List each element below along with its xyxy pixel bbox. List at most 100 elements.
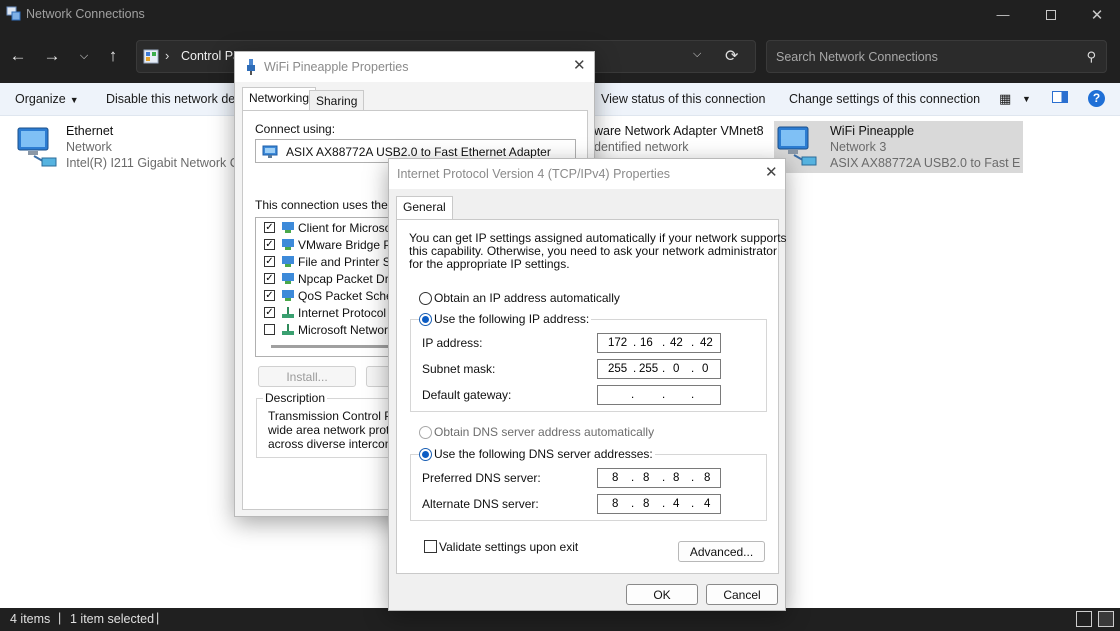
network-service-icon bbox=[282, 273, 294, 284]
component-checkbox[interactable]: ✓ bbox=[264, 239, 275, 250]
maximize-icon bbox=[1046, 9, 1056, 20]
use-following-ip-label: Use the following IP address: bbox=[432, 312, 592, 326]
obtain-ip-auto-radio[interactable] bbox=[419, 292, 432, 305]
ip-dot: . bbox=[691, 389, 695, 401]
component-checkbox[interactable]: ✓ bbox=[264, 273, 275, 284]
ok-button[interactable]: OK bbox=[626, 584, 698, 605]
component-checkbox[interactable]: ✓ bbox=[264, 290, 275, 301]
adapter-wifi-pineapple[interactable]: WiFi Pineapple Network 3 ASIX AX88772A U… bbox=[774, 121, 1023, 173]
ip-octet: 0 bbox=[673, 363, 680, 375]
network-client-icon bbox=[282, 222, 294, 233]
subnet-mask-input[interactable]: 255 . 255 . 0 . 0 bbox=[597, 359, 721, 379]
component-label: QoS Packet Sched bbox=[298, 289, 400, 303]
preferred-dns-input[interactable]: 8 . 8 . 8 . 8 bbox=[597, 468, 721, 488]
ip-octet: 8 bbox=[643, 472, 650, 484]
alternate-dns-input[interactable]: 8 . 8 . 4 . 4 bbox=[597, 494, 721, 514]
dialog-close-button[interactable]: ✕ bbox=[573, 56, 586, 74]
ip-dot: . bbox=[691, 363, 695, 375]
ip-dot: . bbox=[662, 472, 666, 484]
view-dropdown-icon[interactable]: ▼ bbox=[1022, 94, 1031, 104]
status-bar: 4 items | 1 item selected | bbox=[0, 608, 1120, 631]
close-button[interactable]: ✕ bbox=[1074, 0, 1120, 29]
horizontal-scrollbar[interactable] bbox=[271, 345, 391, 348]
validate-settings-checkbox[interactable] bbox=[424, 540, 437, 553]
forward-button[interactable]: → bbox=[40, 44, 64, 68]
ip-dot: . bbox=[662, 498, 666, 510]
adapter-network: dentified network bbox=[594, 140, 689, 154]
component-label: VMware Bridge Pro bbox=[298, 238, 403, 252]
details-view-icon[interactable] bbox=[1076, 611, 1092, 627]
ip-dot: . bbox=[631, 389, 635, 401]
ip-address-input[interactable]: 172 . 16 . 42 . 42 bbox=[597, 333, 721, 353]
chevron-down-icon: ⌵ bbox=[79, 49, 89, 62]
search-box[interactable]: Search Network Connections ⚲ bbox=[766, 40, 1107, 73]
selection-count: 1 item selected bbox=[70, 612, 155, 626]
breadcrumb-control-panel[interactable]: Control Pa bbox=[181, 49, 240, 63]
up-button[interactable]: ↑ bbox=[101, 44, 125, 68]
ip-dot: . bbox=[662, 389, 666, 401]
preferred-dns-label: Preferred DNS server: bbox=[422, 471, 541, 485]
ip-octet: 255 bbox=[608, 363, 628, 375]
cancel-button[interactable]: Cancel bbox=[706, 584, 778, 605]
disable-device-button[interactable]: Disable this network dev bbox=[106, 92, 241, 106]
component-label: Microsoft Network bbox=[298, 323, 395, 337]
component-label: Client for Microsoft bbox=[298, 221, 399, 235]
adapter-network: Network 3 bbox=[830, 140, 887, 154]
ip-octet: 4 bbox=[673, 498, 680, 510]
tab-networking[interactable]: Networking bbox=[242, 87, 317, 111]
intro-line: this capability. Otherwise, you need to … bbox=[409, 244, 777, 258]
component-checkbox[interactable]: ✓ bbox=[264, 222, 275, 233]
ip-octet: 16 bbox=[640, 337, 653, 349]
ip-octet: 172 bbox=[608, 337, 628, 349]
refresh-icon[interactable]: ⟳ bbox=[725, 46, 738, 66]
caret-down-icon: ▼ bbox=[69, 95, 79, 105]
description-line: wide area network protoc bbox=[268, 423, 403, 437]
dialog-close-button[interactable]: ✕ bbox=[765, 163, 778, 181]
use-following-ip-radio[interactable] bbox=[419, 313, 432, 326]
ip-dot: . bbox=[633, 363, 637, 375]
maximize-button[interactable] bbox=[1028, 0, 1074, 29]
advanced-button[interactable]: Advanced... bbox=[678, 541, 765, 562]
ip-dot: . bbox=[631, 498, 635, 510]
dialog-title: WiFi Pineapple Properties bbox=[264, 60, 409, 74]
obtain-dns-auto-radio[interactable] bbox=[419, 426, 432, 439]
adapter-device: Intel(R) I211 Gigabit Network Co bbox=[66, 156, 244, 170]
connection-uses-label: This connection uses the fol bbox=[255, 198, 404, 212]
organize-button[interactable]: Organize ▼ bbox=[15, 92, 79, 106]
recent-locations-button[interactable]: ⌵ bbox=[72, 44, 96, 68]
ip-dot: . bbox=[691, 472, 695, 484]
component-checkbox[interactable]: ✓ bbox=[264, 307, 275, 318]
address-dropdown-icon[interactable]: ⌵ bbox=[693, 48, 701, 61]
change-settings-button[interactable]: Change settings of this connection bbox=[789, 92, 980, 106]
item-count: 4 items bbox=[10, 612, 51, 626]
install-button[interactable]: Install... bbox=[258, 366, 356, 387]
view-options-icon[interactable]: ▦ bbox=[999, 91, 1011, 107]
tab-general[interactable]: General bbox=[396, 196, 453, 220]
minimize-button[interactable]: — bbox=[980, 0, 1026, 29]
back-button[interactable]: ← bbox=[6, 44, 30, 68]
tiles-view-icon[interactable] bbox=[1098, 611, 1114, 627]
connect-using-label: Connect using: bbox=[255, 122, 336, 136]
adapter-ethernet[interactable]: Ethernet Network Intel(R) I211 Gigabit N… bbox=[14, 122, 244, 176]
alternate-dns-label: Alternate DNS server: bbox=[422, 497, 539, 511]
component-checkbox[interactable]: ✓ bbox=[264, 256, 275, 267]
help-icon[interactable]: ? bbox=[1088, 90, 1105, 107]
dialog-title: Internet Protocol Version 4 (TCP/IPv4) P… bbox=[397, 167, 671, 181]
ip-octet: 8 bbox=[612, 472, 619, 484]
view-status-button[interactable]: View status of this connection bbox=[601, 92, 765, 106]
window-title: Network Connections bbox=[26, 7, 145, 21]
adapter-card-icon bbox=[262, 145, 278, 158]
default-gateway-label: Default gateway: bbox=[422, 388, 512, 402]
network-service-icon bbox=[282, 290, 294, 301]
adapter-device: ASIX AX88772A USB2.0 to Fast Eth... bbox=[830, 156, 1020, 170]
dialog-titlebar: WiFi Pineapple Properties ✕ bbox=[235, 52, 594, 82]
use-following-dns-label: Use the following DNS server addresses: bbox=[432, 447, 655, 461]
use-following-dns-radio[interactable] bbox=[419, 448, 432, 461]
breadcrumb-separator-icon: › bbox=[165, 48, 170, 63]
organize-label: Organize bbox=[15, 92, 66, 106]
tab-sharing[interactable]: Sharing bbox=[309, 90, 365, 112]
description-line: across diverse interconne bbox=[268, 437, 405, 451]
component-checkbox[interactable] bbox=[264, 324, 275, 335]
preview-pane-icon[interactable] bbox=[1052, 91, 1068, 106]
default-gateway-input[interactable]: . . . bbox=[597, 385, 721, 405]
